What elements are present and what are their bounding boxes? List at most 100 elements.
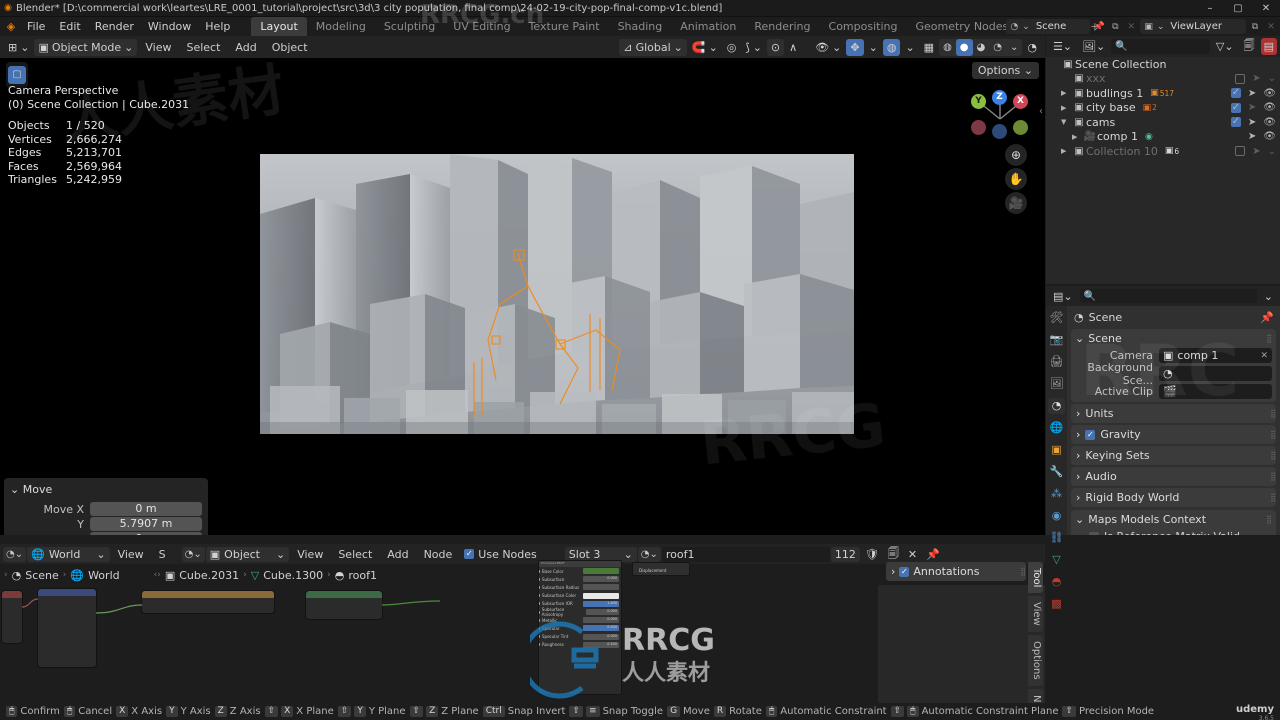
- properties-editor-type-icon[interactable]: ▤⌄: [1049, 288, 1077, 305]
- node-socket-value[interactable]: 1.400: [583, 600, 619, 607]
- tab-rendering[interactable]: Rendering: [745, 17, 819, 36]
- row-toggles[interactable]: ✓ ➤ 👁: [1230, 117, 1276, 128]
- tab-constraints[interactable]: ⛓: [1048, 530, 1065, 546]
- gizmo-axis-neg-y[interactable]: [1013, 120, 1028, 135]
- rigid-body-world-section[interactable]: › Rigid Body World ⣿: [1071, 488, 1276, 507]
- node-socket-dot[interactable]: [539, 585, 540, 589]
- selectable-icon[interactable]: ➤: [1248, 88, 1256, 99]
- selectable-icon[interactable]: ➤: [1248, 131, 1256, 142]
- node-socket-row[interactable]: Base Color: [539, 567, 621, 575]
- properties-search-input[interactable]: 🔍: [1079, 289, 1257, 303]
- audio-section[interactable]: › Audio ⣿: [1071, 467, 1276, 486]
- reference-matrix-checkbox[interactable]: [1089, 531, 1099, 535]
- window-controls[interactable]: – ▢ ✕: [1196, 0, 1280, 17]
- proportional-editing-toggle[interactable]: ◎: [723, 39, 741, 56]
- world-shader-type[interactable]: 🌐 World ⌄: [27, 546, 110, 562]
- tool-select-box-icon[interactable]: ▢: [8, 66, 26, 84]
- sidebar-expand-icon[interactable]: ‹: [1039, 106, 1043, 117]
- tab-data[interactable]: ▽: [1048, 552, 1065, 568]
- row-enable-checkbox[interactable]: ✓: [1230, 102, 1241, 113]
- viewport-menu-view[interactable]: View: [138, 39, 178, 56]
- node-socket-value[interactable]: 0.500: [583, 625, 619, 632]
- node-socket-row[interactable]: Subsurface Color: [539, 592, 621, 600]
- shading-solid-icon[interactable]: ●: [955, 38, 973, 56]
- tab-uv-editing[interactable]: UV Editing: [444, 17, 519, 36]
- node-sidebar-tabs[interactable]: Tool View Options Node: [1028, 562, 1043, 720]
- expand-icon[interactable]: ▶: [1061, 89, 1072, 97]
- breadcrumb-scene[interactable]: ◔ Scene: [12, 569, 59, 582]
- falloff-curve-icon[interactable]: ∧: [785, 39, 801, 56]
- pin-scene-icon[interactable]: 📌: [1092, 22, 1106, 32]
- node-socket-row[interactable]: Roughness 0.500: [539, 641, 621, 649]
- selectable-icon[interactable]: ➤: [1252, 73, 1260, 84]
- node-socket-value[interactable]: [583, 568, 619, 575]
- gizmo-axis-y[interactable]: Y: [971, 94, 986, 109]
- blender-menu-icon[interactable]: ◈: [2, 20, 20, 33]
- node-socket-row[interactable]: Subsurface Anisotropy 0.000: [539, 607, 621, 617]
- breadcrumb-material[interactable]: ◓ roof1: [335, 569, 377, 582]
- node-socket-dot[interactable]: [539, 602, 540, 606]
- properties-options-icon[interactable]: ⌄: [1260, 288, 1277, 305]
- overlays-toggle[interactable]: ◍: [882, 38, 901, 56]
- outliner-row[interactable]: ▼ ▣ cams ✓ ➤ 👁: [1046, 115, 1280, 130]
- chevron-down-icon[interactable]: ⌄: [1006, 39, 1022, 56]
- row-toggles[interactable]: ✓ ➤ 👁: [1230, 88, 1276, 99]
- node-socket-dot[interactable]: [539, 618, 540, 622]
- reference-matrix-row[interactable]: Is Reference Matrix Valid: [1089, 530, 1272, 535]
- tab-shading[interactable]: Shading: [609, 17, 672, 36]
- row-enable-checkbox[interactable]: ✓: [1230, 117, 1241, 128]
- pin-material-icon[interactable]: 📌: [922, 546, 944, 563]
- gizmo-axis-neg-x[interactable]: [971, 120, 986, 135]
- units-section[interactable]: › Units ⣿: [1071, 404, 1276, 423]
- world-editor-type-icon[interactable]: ◔⌄: [3, 546, 27, 562]
- shader-type-selector[interactable]: ▣ Object ⌄: [205, 546, 290, 562]
- outliner-row[interactable]: ▶ 🎥 comp 1 ◉ ➤ 👁: [1046, 130, 1280, 145]
- sidebar-tab-view[interactable]: View: [1028, 596, 1043, 633]
- outliner-display-mode-icon[interactable]: 🖼⌄: [1078, 38, 1109, 55]
- gravity-section[interactable]: › ✓ Gravity ⣿: [1071, 425, 1276, 444]
- scene-section-header[interactable]: ⌄ Scene ⣿: [1075, 332, 1272, 345]
- tab-compositing[interactable]: Compositing: [820, 17, 907, 36]
- eye-icon[interactable]: 👁: [1263, 131, 1276, 142]
- node-displacement[interactable]: Displacement: [632, 562, 690, 576]
- transform-orientation-selector[interactable]: ⊿ Global ⌄: [619, 38, 687, 56]
- row-toggles[interactable]: ➤ ⌄: [1235, 73, 1276, 84]
- scene-selector[interactable]: ◔ ⌄ Scene: [1006, 19, 1091, 34]
- tab-modifiers[interactable]: 🔧: [1048, 464, 1065, 480]
- viewlayer-selector[interactable]: ▣ ⌄ ViewLayer: [1140, 19, 1246, 34]
- sidebar-tab-tool[interactable]: Tool: [1028, 562, 1043, 594]
- eye-icon[interactable]: 👁: [1263, 88, 1276, 99]
- eye-icon[interactable]: ⌄: [1268, 146, 1276, 157]
- tab-modeling[interactable]: Modeling: [307, 17, 375, 36]
- node-socket-dot[interactable]: [539, 577, 540, 581]
- delete-collection-icon[interactable]: ▤: [1260, 38, 1277, 55]
- editor-type-button[interactable]: ⊞ ⌄: [4, 39, 33, 56]
- new-material-icon[interactable]: 🗐: [884, 546, 903, 563]
- properties-tab-column[interactable]: 🛠 📷 🖨 🖼 ◔ 🌐 ▣ 🔧 ⁂ ◉ ⛓ ▽ ◓ ▩: [1046, 306, 1067, 610]
- row-toggles[interactable]: ➤ 👁: [1231, 131, 1276, 142]
- 3d-viewport[interactable]: ▢ Camera Perspective (0) Scene Collectio…: [0, 58, 1045, 535]
- gravity-checkbox[interactable]: ✓: [1085, 429, 1096, 440]
- node-socket-dot[interactable]: [539, 635, 540, 639]
- outliner-search-input[interactable]: 🔍: [1111, 39, 1210, 54]
- delete-scene-icon[interactable]: ✕: [1124, 22, 1138, 32]
- tab-object[interactable]: ▣: [1048, 442, 1065, 458]
- selectable-icon[interactable]: ➤: [1252, 146, 1260, 157]
- tab-view-layer[interactable]: 🖼: [1048, 376, 1065, 392]
- maximize-button[interactable]: ▢: [1224, 0, 1252, 17]
- outliner-row[interactable]: ▣ xxx ➤ ⌄: [1046, 72, 1280, 87]
- node-socket-dot[interactable]: [539, 643, 540, 647]
- tab-geometry-nodes[interactable]: Geometry Nodes: [906, 17, 1017, 36]
- maps-models-header[interactable]: ⌄ Maps Models Context ⣿: [1075, 513, 1272, 526]
- redo-panel-title[interactable]: ⌄ Move: [4, 482, 208, 501]
- tab-tool[interactable]: 🛠: [1048, 310, 1065, 326]
- zoom-view-icon[interactable]: ⊕: [1005, 144, 1027, 166]
- clear-camera-icon[interactable]: ✕: [1260, 351, 1268, 361]
- menu-edit[interactable]: Edit: [52, 18, 87, 35]
- tab-texture[interactable]: ▩: [1048, 596, 1065, 612]
- row-toggles[interactable]: ✓ ➤ 👁: [1230, 102, 1276, 113]
- menu-window[interactable]: Window: [141, 18, 198, 35]
- outliner-row[interactable]: ▶ ▣ city base ▣ 2 ✓ ➤ 👁: [1046, 101, 1280, 116]
- breadcrumb-world[interactable]: 🌐 World: [70, 569, 119, 582]
- new-scene-icon[interactable]: ⧉: [1108, 22, 1122, 32]
